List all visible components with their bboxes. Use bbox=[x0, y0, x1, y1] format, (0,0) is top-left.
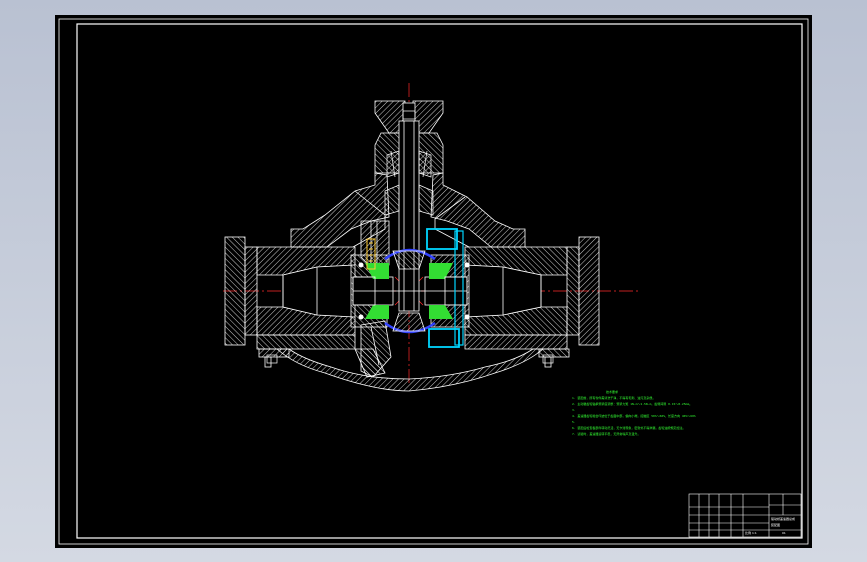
technical-notes: 技术要求 1. 装配前，所有零件需清洗干净，不得有毛刺、油污及杂质。 2. 主动… bbox=[572, 389, 722, 437]
title-block-number: 01 bbox=[782, 531, 786, 535]
left-axle-housing bbox=[224, 236, 356, 368]
drawing-sheet: 技术要求 1. 装配前，所有零件需清洗干净，不得有毛刺、油污及杂质。 2. 主动… bbox=[55, 15, 812, 548]
title-block-scale: 比例 1:1 bbox=[745, 531, 757, 535]
assembly-drawing bbox=[58, 18, 809, 545]
note-line-7: 7. 试验时，差速器运转平稳，无异常噪声及温升。 bbox=[572, 432, 641, 436]
title-block-drawing-name: 驱动桥差速器总成 bbox=[771, 517, 796, 521]
right-axle-housing bbox=[464, 236, 600, 368]
lower-cover bbox=[275, 348, 545, 392]
cad-viewport: 技术要求 1. 装配前，所有零件需清洗干净，不得有毛刺、油污及杂质。 2. 主动… bbox=[0, 0, 867, 562]
title-block-subtitle: 装配图 bbox=[771, 523, 781, 527]
